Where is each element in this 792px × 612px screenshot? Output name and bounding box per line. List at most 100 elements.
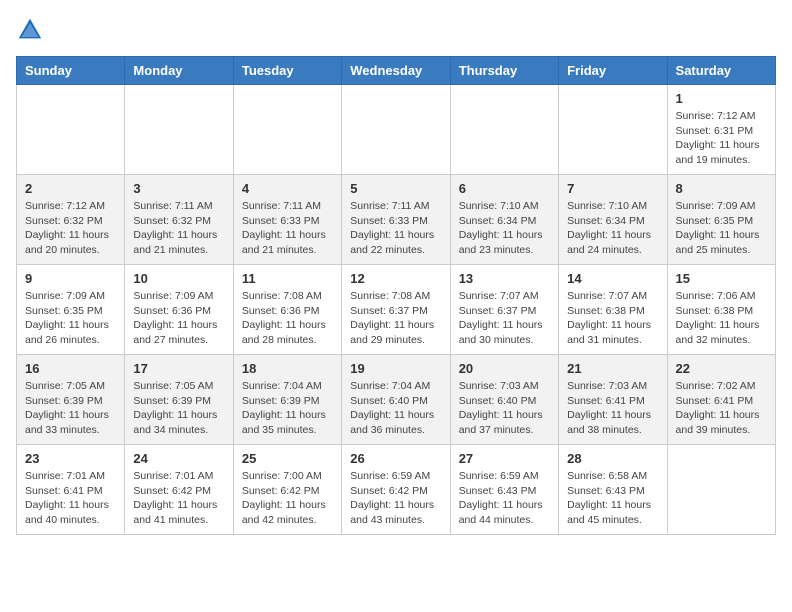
calendar-header-row: SundayMondayTuesdayWednesdayThursdayFrid… bbox=[17, 57, 776, 85]
calendar-cell: 22Sunrise: 7:02 AM Sunset: 6:41 PM Dayli… bbox=[667, 355, 775, 445]
day-number: 1 bbox=[676, 91, 767, 106]
calendar-cell: 6 Sunrise: 7:10 AM Sunset: 6:34 PM Daylig… bbox=[450, 175, 558, 265]
calendar-cell: 14 Sunrise: 7:07 AM Sunset: 6:38 PM Dayli… bbox=[559, 265, 667, 355]
calendar-cell: 17 Sunrise: 7:05 AM Sunset: 6:39 PM Dayli… bbox=[125, 355, 233, 445]
day-number: 4 bbox=[242, 181, 333, 196]
day-of-week-header: Thursday bbox=[450, 57, 558, 85]
calendar-cell: 21Sunrise: 7:03 AM Sunset: 6:41 PM Dayli… bbox=[559, 355, 667, 445]
day-number: 7 bbox=[567, 181, 658, 196]
day-number: 20 bbox=[459, 361, 550, 376]
day-number: 17 bbox=[133, 361, 224, 376]
day-number: 5 bbox=[350, 181, 441, 196]
calendar-cell bbox=[342, 85, 450, 175]
calendar-week-row: 16 Sunrise: 7:05 AM Sunset: 6:39 PM Dayli… bbox=[17, 355, 776, 445]
calendar-cell: 19 Sunrise: 7:04 AM Sunset: 6:40 PM Dayli… bbox=[342, 355, 450, 445]
day-info: Sunrise: 7:07 AM Sunset: 6:38 PM Dayligh… bbox=[567, 289, 658, 348]
day-of-week-header: Tuesday bbox=[233, 57, 341, 85]
calendar-cell: 2 Sunrise: 7:12 AM Sunset: 6:32 PM Daylig… bbox=[17, 175, 125, 265]
calendar-cell: 23Sunrise: 7:01 AM Sunset: 6:41 PM Dayli… bbox=[17, 445, 125, 535]
day-number: 25 bbox=[242, 451, 333, 466]
day-number: 12 bbox=[350, 271, 441, 286]
calendar-cell: 25 Sunrise: 7:00 AM Sunset: 6:42 PM Dayli… bbox=[233, 445, 341, 535]
calendar-cell: 10 Sunrise: 7:09 AM Sunset: 6:36 PM Dayli… bbox=[125, 265, 233, 355]
day-of-week-header: Friday bbox=[559, 57, 667, 85]
calendar-cell bbox=[17, 85, 125, 175]
day-number: 19 bbox=[350, 361, 441, 376]
day-info: Sunrise: 7:06 AM Sunset: 6:38 PM Dayligh… bbox=[676, 289, 767, 348]
day-info: Sunrise: 7:00 AM Sunset: 6:42 PM Dayligh… bbox=[242, 469, 333, 528]
calendar-week-row: 2 Sunrise: 7:12 AM Sunset: 6:32 PM Daylig… bbox=[17, 175, 776, 265]
calendar-cell bbox=[667, 445, 775, 535]
day-info: Sunrise: 7:09 AM Sunset: 6:35 PM Dayligh… bbox=[25, 289, 116, 348]
day-number: 2 bbox=[25, 181, 116, 196]
calendar-cell bbox=[450, 85, 558, 175]
day-info: Sunrise: 7:02 AM Sunset: 6:41 PM Dayligh… bbox=[676, 379, 767, 438]
day-number: 18 bbox=[242, 361, 333, 376]
day-of-week-header: Sunday bbox=[17, 57, 125, 85]
calendar-table: SundayMondayTuesdayWednesdayThursdayFrid… bbox=[16, 56, 776, 535]
calendar-cell: 27 Sunrise: 6:59 AM Sunset: 6:43 PM Dayli… bbox=[450, 445, 558, 535]
calendar-cell: 15Sunrise: 7:06 AM Sunset: 6:38 PM Dayli… bbox=[667, 265, 775, 355]
calendar-week-row: 23Sunrise: 7:01 AM Sunset: 6:41 PM Dayli… bbox=[17, 445, 776, 535]
day-info: Sunrise: 7:10 AM Sunset: 6:34 PM Dayligh… bbox=[459, 199, 550, 258]
day-number: 3 bbox=[133, 181, 224, 196]
calendar-cell: 20Sunrise: 7:03 AM Sunset: 6:40 PM Dayli… bbox=[450, 355, 558, 445]
calendar-cell bbox=[233, 85, 341, 175]
calendar-cell: 9 Sunrise: 7:09 AM Sunset: 6:35 PM Daylig… bbox=[17, 265, 125, 355]
day-number: 28 bbox=[567, 451, 658, 466]
calendar-cell: 1 Sunrise: 7:12 AM Sunset: 6:31 PM Daylig… bbox=[667, 85, 775, 175]
page-header bbox=[16, 16, 776, 44]
day-info: Sunrise: 7:09 AM Sunset: 6:35 PM Dayligh… bbox=[676, 199, 767, 258]
calendar-cell bbox=[559, 85, 667, 175]
logo-icon bbox=[16, 16, 44, 44]
calendar-cell: 18 Sunrise: 7:04 AM Sunset: 6:39 PM Dayli… bbox=[233, 355, 341, 445]
day-of-week-header: Saturday bbox=[667, 57, 775, 85]
calendar-cell: 26 Sunrise: 6:59 AM Sunset: 6:42 PM Dayli… bbox=[342, 445, 450, 535]
day-info: Sunrise: 7:12 AM Sunset: 6:32 PM Dayligh… bbox=[25, 199, 116, 258]
day-number: 14 bbox=[567, 271, 658, 286]
day-number: 11 bbox=[242, 271, 333, 286]
day-info: Sunrise: 7:05 AM Sunset: 6:39 PM Dayligh… bbox=[133, 379, 224, 438]
day-number: 26 bbox=[350, 451, 441, 466]
day-info: Sunrise: 6:59 AM Sunset: 6:43 PM Dayligh… bbox=[459, 469, 550, 528]
calendar-week-row: 1 Sunrise: 7:12 AM Sunset: 6:31 PM Daylig… bbox=[17, 85, 776, 175]
day-info: Sunrise: 7:09 AM Sunset: 6:36 PM Dayligh… bbox=[133, 289, 224, 348]
logo bbox=[16, 16, 48, 44]
day-number: 27 bbox=[459, 451, 550, 466]
day-info: Sunrise: 7:10 AM Sunset: 6:34 PM Dayligh… bbox=[567, 199, 658, 258]
calendar-cell: 5 Sunrise: 7:11 AM Sunset: 6:33 PM Daylig… bbox=[342, 175, 450, 265]
day-number: 16 bbox=[25, 361, 116, 376]
day-info: Sunrise: 7:04 AM Sunset: 6:39 PM Dayligh… bbox=[242, 379, 333, 438]
calendar-cell: 12 Sunrise: 7:08 AM Sunset: 6:37 PM Dayli… bbox=[342, 265, 450, 355]
calendar-cell bbox=[125, 85, 233, 175]
day-number: 10 bbox=[133, 271, 224, 286]
day-number: 6 bbox=[459, 181, 550, 196]
day-number: 13 bbox=[459, 271, 550, 286]
day-number: 8 bbox=[676, 181, 767, 196]
day-info: Sunrise: 7:04 AM Sunset: 6:40 PM Dayligh… bbox=[350, 379, 441, 438]
day-info: Sunrise: 7:11 AM Sunset: 6:32 PM Dayligh… bbox=[133, 199, 224, 258]
day-info: Sunrise: 7:12 AM Sunset: 6:31 PM Dayligh… bbox=[676, 109, 767, 168]
calendar-cell: 3 Sunrise: 7:11 AM Sunset: 6:32 PM Daylig… bbox=[125, 175, 233, 265]
calendar-week-row: 9 Sunrise: 7:09 AM Sunset: 6:35 PM Daylig… bbox=[17, 265, 776, 355]
calendar-cell: 8 Sunrise: 7:09 AM Sunset: 6:35 PM Daylig… bbox=[667, 175, 775, 265]
day-number: 24 bbox=[133, 451, 224, 466]
calendar-cell: 24 Sunrise: 7:01 AM Sunset: 6:42 PM Dayli… bbox=[125, 445, 233, 535]
day-info: Sunrise: 7:01 AM Sunset: 6:41 PM Dayligh… bbox=[25, 469, 116, 528]
day-info: Sunrise: 7:05 AM Sunset: 6:39 PM Dayligh… bbox=[25, 379, 116, 438]
day-number: 9 bbox=[25, 271, 116, 286]
day-info: Sunrise: 6:58 AM Sunset: 6:43 PM Dayligh… bbox=[567, 469, 658, 528]
calendar-cell: 16 Sunrise: 7:05 AM Sunset: 6:39 PM Dayli… bbox=[17, 355, 125, 445]
day-info: Sunrise: 7:08 AM Sunset: 6:36 PM Dayligh… bbox=[242, 289, 333, 348]
day-info: Sunrise: 6:59 AM Sunset: 6:42 PM Dayligh… bbox=[350, 469, 441, 528]
day-info: Sunrise: 7:11 AM Sunset: 6:33 PM Dayligh… bbox=[242, 199, 333, 258]
calendar-cell: 13 Sunrise: 7:07 AM Sunset: 6:37 PM Dayli… bbox=[450, 265, 558, 355]
day-info: Sunrise: 7:01 AM Sunset: 6:42 PM Dayligh… bbox=[133, 469, 224, 528]
day-of-week-header: Wednesday bbox=[342, 57, 450, 85]
day-info: Sunrise: 7:07 AM Sunset: 6:37 PM Dayligh… bbox=[459, 289, 550, 348]
calendar-cell: 7 Sunrise: 7:10 AM Sunset: 6:34 PM Daylig… bbox=[559, 175, 667, 265]
calendar-cell: 4 Sunrise: 7:11 AM Sunset: 6:33 PM Daylig… bbox=[233, 175, 341, 265]
day-info: Sunrise: 7:11 AM Sunset: 6:33 PM Dayligh… bbox=[350, 199, 441, 258]
day-info: Sunrise: 7:08 AM Sunset: 6:37 PM Dayligh… bbox=[350, 289, 441, 348]
day-of-week-header: Monday bbox=[125, 57, 233, 85]
